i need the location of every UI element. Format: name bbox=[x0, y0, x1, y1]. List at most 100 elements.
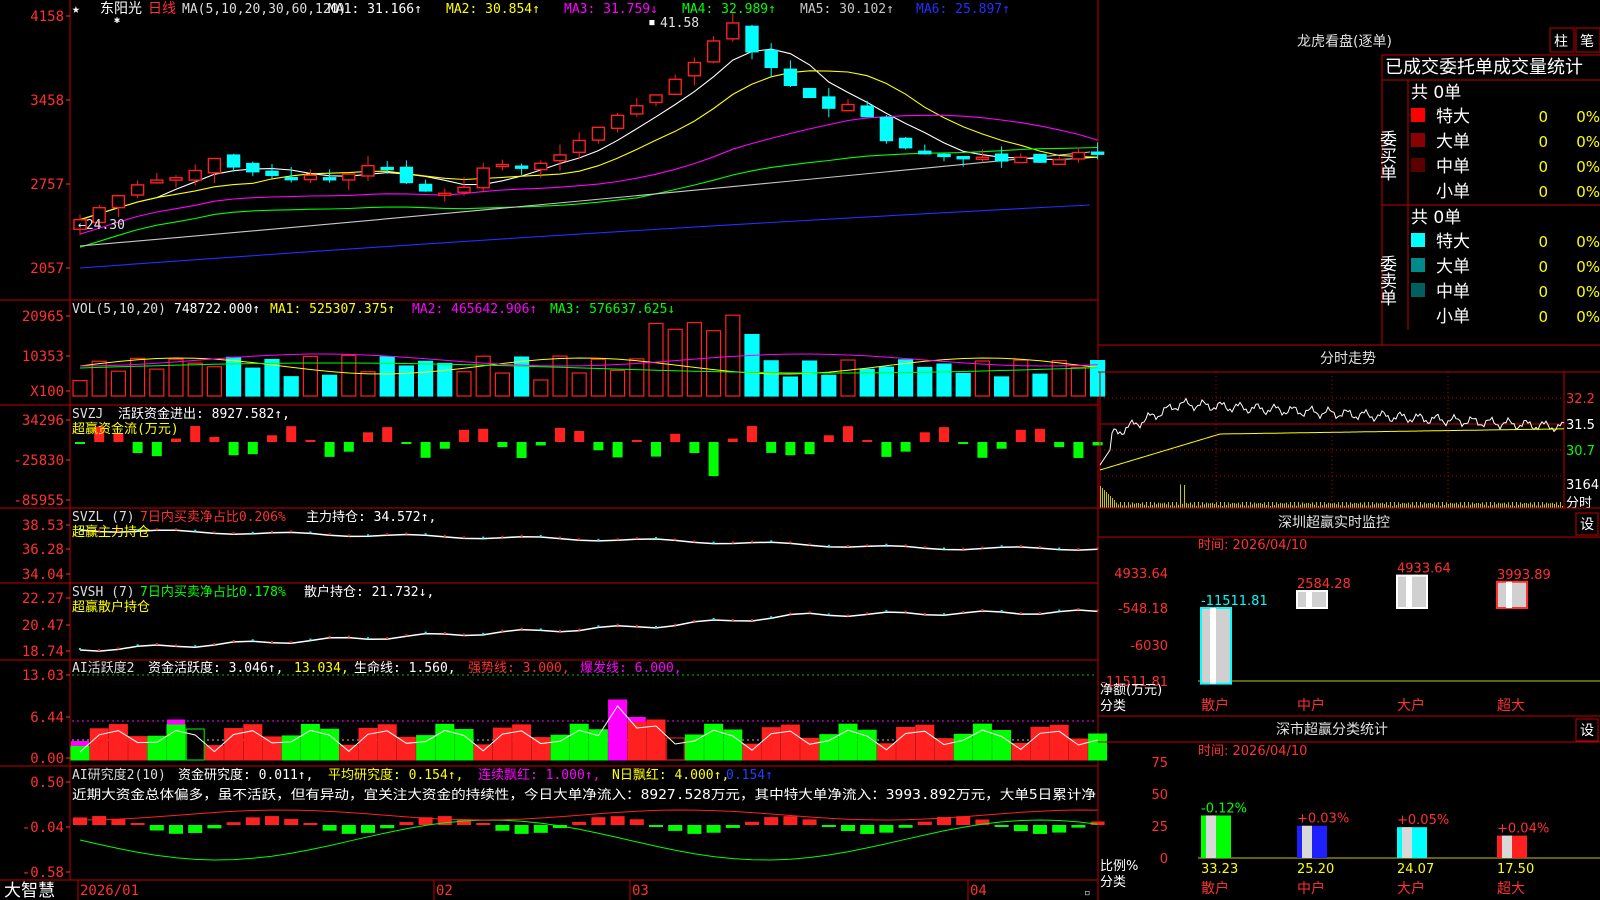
ai1-bar bbox=[300, 723, 320, 761]
order-count: 0 bbox=[1538, 108, 1548, 126]
dragon-subtitle: 已成交委托单成交量统计 bbox=[1385, 57, 1583, 78]
classify-category: 大户 bbox=[1397, 880, 1425, 897]
candle[interactable] bbox=[207, 157, 222, 174]
candle[interactable] bbox=[322, 177, 337, 181]
candle[interactable] bbox=[495, 163, 510, 168]
candle[interactable] bbox=[994, 153, 1009, 162]
candle[interactable] bbox=[246, 162, 260, 173]
volume-bar bbox=[418, 360, 434, 397]
candle[interactable] bbox=[514, 165, 529, 169]
volume-bar bbox=[360, 371, 376, 397]
candle[interactable] bbox=[937, 153, 951, 158]
candle[interactable] bbox=[918, 150, 932, 155]
candle[interactable] bbox=[572, 139, 586, 154]
candle[interactable] bbox=[706, 40, 721, 63]
svzl-line-dot bbox=[347, 534, 350, 537]
candle[interactable] bbox=[284, 176, 298, 181]
candle[interactable] bbox=[860, 105, 874, 118]
svzj-axis: 34296 -25830 -85955 bbox=[13, 413, 70, 509]
candle[interactable] bbox=[610, 114, 625, 130]
candle[interactable] bbox=[457, 186, 471, 193]
candle[interactable] bbox=[726, 22, 740, 40]
ai1-bar bbox=[204, 745, 224, 761]
candle[interactable] bbox=[380, 166, 394, 171]
volume-bar bbox=[1032, 373, 1048, 397]
candle[interactable] bbox=[111, 194, 126, 209]
candle[interactable] bbox=[534, 162, 548, 171]
svsh-line-dot bbox=[463, 633, 465, 636]
candle[interactable] bbox=[553, 154, 567, 162]
ai2-bar bbox=[92, 816, 107, 825]
candle[interactable] bbox=[956, 156, 970, 160]
svsh-line-dot bbox=[309, 638, 312, 641]
lock-icon[interactable]: ▫ bbox=[1084, 886, 1091, 899]
candle[interactable] bbox=[265, 170, 279, 176]
ai1-tick: 0.00 bbox=[30, 751, 64, 767]
candle[interactable] bbox=[1052, 158, 1066, 166]
candle[interactable] bbox=[841, 103, 855, 112]
candle[interactable] bbox=[418, 183, 433, 192]
volume-bar bbox=[475, 355, 491, 397]
classify-category: 中户 bbox=[1297, 880, 1325, 897]
order-pct: 0% bbox=[1576, 233, 1600, 251]
candle[interactable] bbox=[1033, 153, 1047, 163]
candle[interactable] bbox=[783, 68, 798, 87]
svzl-line-dot bbox=[482, 536, 485, 539]
candle[interactable] bbox=[226, 154, 241, 168]
classify-category: 散户 bbox=[1201, 880, 1229, 897]
candle[interactable] bbox=[630, 105, 644, 115]
candle[interactable] bbox=[342, 173, 356, 181]
legend-swatch bbox=[1411, 233, 1425, 247]
candle[interactable] bbox=[399, 166, 414, 184]
classify-category: 超大 bbox=[1497, 881, 1525, 897]
order-count: 0 bbox=[1538, 183, 1548, 201]
candle[interactable] bbox=[1071, 151, 1086, 160]
candle[interactable] bbox=[188, 169, 202, 181]
candle[interactable] bbox=[687, 61, 702, 77]
candle[interactable] bbox=[822, 96, 836, 109]
svsh-line-dot bbox=[213, 643, 216, 646]
ai2-a: 资金研究度: 0.011↑, bbox=[178, 767, 313, 783]
classify-value: 33.23 bbox=[1201, 862, 1238, 877]
candle[interactable] bbox=[169, 176, 183, 181]
candle[interactable] bbox=[361, 164, 375, 177]
legend-swatch bbox=[1411, 283, 1425, 297]
ma-value-3: MA3: 31.759↓ bbox=[564, 2, 658, 17]
stock-name[interactable]: 东阳光 bbox=[100, 1, 142, 17]
candle[interactable] bbox=[668, 78, 682, 96]
star-icon[interactable]: ★ bbox=[72, 2, 80, 17]
svsh-line-dot bbox=[232, 639, 235, 642]
svzj-bar bbox=[766, 442, 777, 453]
candle[interactable] bbox=[150, 179, 164, 184]
candle[interactable] bbox=[649, 94, 663, 104]
monitor-axis-title: 净额(万元) bbox=[1100, 683, 1162, 698]
order-size-label: 大单 bbox=[1436, 257, 1470, 277]
candle[interactable] bbox=[802, 87, 817, 99]
candle[interactable] bbox=[1014, 156, 1028, 164]
volume-bar bbox=[705, 330, 722, 397]
candle[interactable] bbox=[476, 167, 490, 189]
intraday-tick: 31.5 bbox=[1566, 418, 1595, 433]
ai1-bar bbox=[953, 733, 973, 761]
order-size-label: 特大 bbox=[1436, 107, 1470, 127]
candle[interactable] bbox=[745, 25, 759, 53]
candle[interactable] bbox=[438, 192, 452, 196]
candle[interactable] bbox=[975, 156, 990, 160]
candle[interactable] bbox=[1090, 151, 1105, 155]
volume-bar bbox=[341, 354, 357, 397]
ai1-bar bbox=[704, 723, 724, 761]
ai1-d: 强势线: 3.000, bbox=[468, 660, 570, 676]
classify-value: 25.20 bbox=[1297, 862, 1334, 877]
candle[interactable] bbox=[898, 137, 913, 149]
svsh-tick: 22.27 bbox=[22, 591, 64, 607]
candle[interactable] bbox=[303, 174, 318, 181]
candle[interactable] bbox=[879, 116, 894, 142]
ai2-bar bbox=[514, 825, 529, 834]
candle[interactable] bbox=[130, 184, 145, 196]
candle[interactable] bbox=[764, 49, 778, 69]
svsh-line-dot bbox=[1096, 609, 1099, 612]
classify-title: 深市超赢分类统计 bbox=[1276, 721, 1388, 738]
ai1-bar bbox=[377, 724, 397, 761]
candle[interactable] bbox=[591, 126, 606, 141]
period-label[interactable]: 日线 bbox=[148, 1, 176, 17]
